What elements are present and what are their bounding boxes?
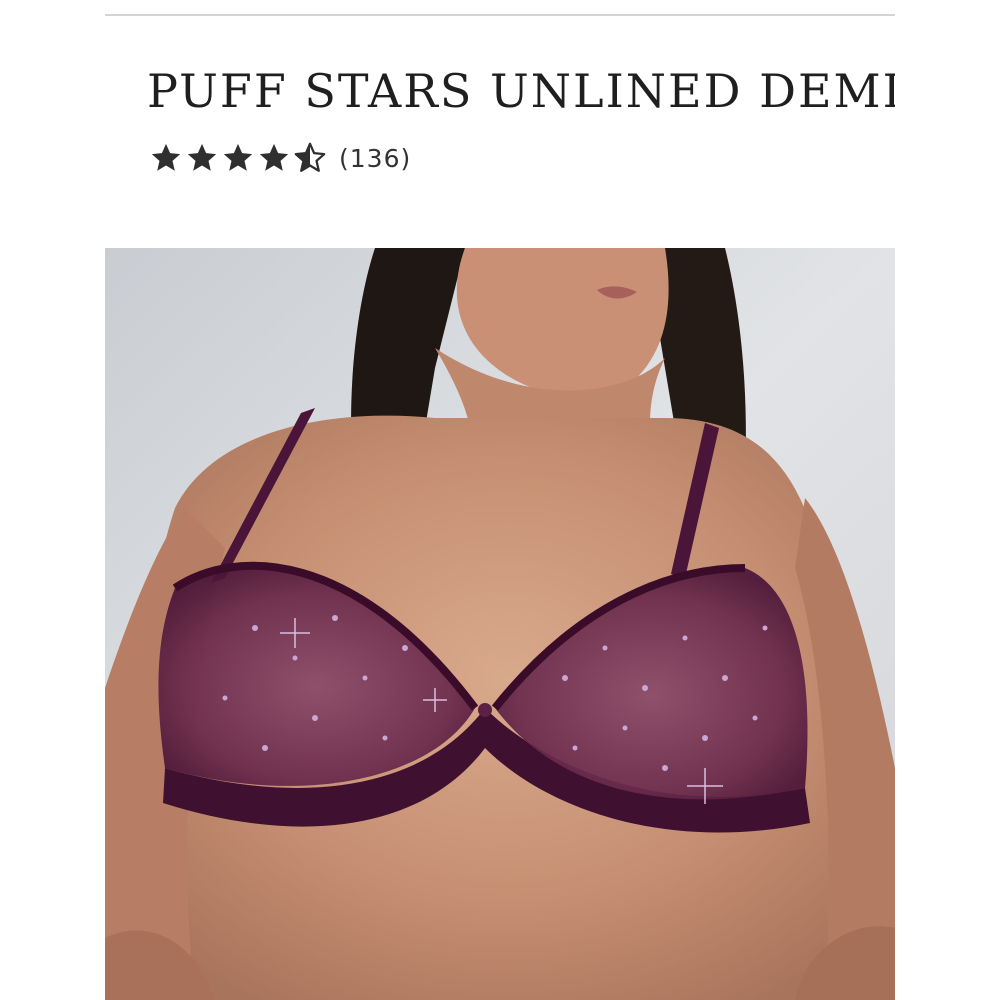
review-count[interactable]: (136) xyxy=(339,144,411,173)
star-icon xyxy=(221,141,255,175)
star-icon xyxy=(149,141,183,175)
product-title: PUFF STARS UNLINED DEMI xyxy=(147,64,895,118)
product-photo[interactable] xyxy=(105,248,895,1000)
product-card: PUFF STARS UNLINED DEMI (136) xyxy=(105,0,895,1000)
star-icon xyxy=(185,141,219,175)
half-star-icon xyxy=(293,141,327,175)
star-icon xyxy=(257,141,291,175)
page: PUFF STARS UNLINED DEMI (136) xyxy=(0,0,1000,1000)
star-rating xyxy=(149,141,327,175)
product-rating[interactable]: (136) xyxy=(149,140,411,176)
divider xyxy=(105,14,895,16)
